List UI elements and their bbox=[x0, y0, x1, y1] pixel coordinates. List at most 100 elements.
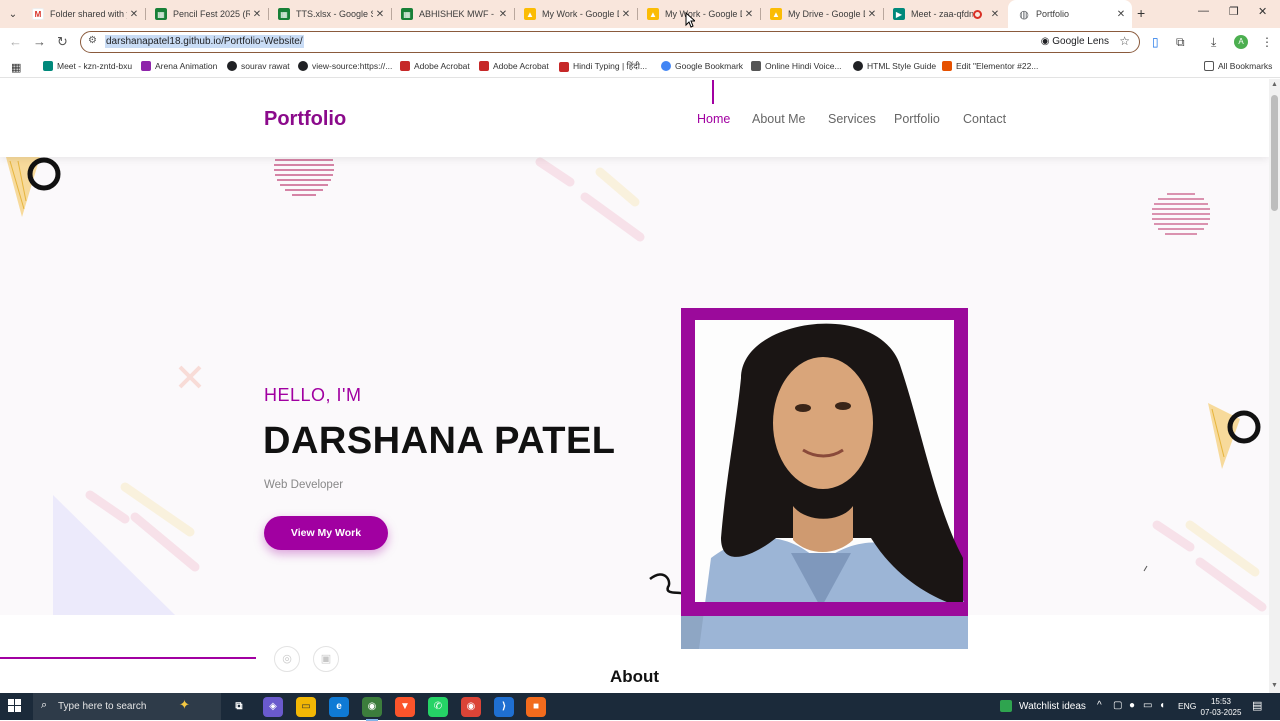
system-clock[interactable]: 15:53 07-03-2025 bbox=[1199, 696, 1243, 718]
tab-pencil-fest[interactable]: ▦ Pencil Fest 2025 (Resp ✕ bbox=[145, 0, 268, 28]
bookmark-meet[interactable]: Meet - kzn-zntd-bxu bbox=[43, 61, 132, 71]
hero-decorations bbox=[6, 157, 1267, 615]
search-icon: ⌕ bbox=[41, 699, 48, 711]
nav-portfolio[interactable]: Portfolio bbox=[894, 112, 940, 126]
google-lens-button[interactable]: ◉ Google Lens bbox=[1041, 36, 1109, 47]
bookmark-sourav-rawat[interactable]: sourav rawat bbox=[227, 61, 290, 71]
scroll-down-icon[interactable]: ▼ bbox=[1271, 682, 1278, 689]
copilot-icon[interactable]: ◈ bbox=[263, 697, 283, 717]
tab-title: My Work - Google Dr bbox=[542, 9, 619, 19]
bookmark-hindi-typing[interactable]: Hindi Typing | हिंदी... bbox=[559, 61, 647, 72]
whatsapp-icon[interactable]: ✆ bbox=[428, 697, 448, 717]
scroll-thumb[interactable] bbox=[1271, 95, 1278, 211]
tab-gmail[interactable]: M Folder shared with yo ✕ bbox=[22, 0, 145, 28]
download-icon[interactable]: ⤓ bbox=[1211, 35, 1216, 50]
close-icon[interactable]: ✕ bbox=[865, 9, 879, 20]
site-info-icon[interactable]: ⚙ bbox=[88, 35, 97, 46]
lens-label: Google Lens bbox=[1052, 36, 1109, 47]
all-bookmarks-button[interactable]: All Bookmarks bbox=[1204, 61, 1272, 71]
tab-my-drive[interactable]: ▲ My Drive - Google Dri ✕ bbox=[760, 0, 883, 28]
forward-icon[interactable]: → bbox=[33, 34, 46, 49]
task-view-icon[interactable]: ⧉ bbox=[229, 697, 249, 717]
bookmark-view-source[interactable]: view-source:https://... bbox=[298, 61, 392, 71]
menu-kebab-icon[interactable]: ⋮ bbox=[1261, 35, 1273, 49]
microphone-icon[interactable]: ● bbox=[1129, 700, 1135, 711]
address-bar[interactable]: ⚙ darshanapatel18.github.io/Portfolio-We… bbox=[80, 31, 1140, 53]
bookmark-label: view-source:https://... bbox=[312, 61, 393, 71]
tab-my-work-1[interactable]: ▲ My Work - Google Dr ✕ bbox=[514, 0, 637, 28]
bookmark-google[interactable]: Google Bookmark bbox=[661, 61, 743, 71]
bookmark-adobe-acrobat-2[interactable]: Adobe Acrobat bbox=[479, 61, 549, 71]
nav-about-me[interactable]: About Me bbox=[752, 112, 806, 126]
reload-icon[interactable]: ↻ bbox=[57, 34, 68, 50]
tab-tts-xlsx[interactable]: ▦ TTS.xlsx - Google She ✕ bbox=[268, 0, 391, 28]
brave-icon[interactable]: ▼ bbox=[395, 697, 415, 717]
tab-my-work-2[interactable]: ▲ My Work - Google Dr ✕ bbox=[637, 0, 760, 28]
close-icon[interactable]: ✕ bbox=[373, 9, 387, 20]
back-icon[interactable]: ← bbox=[9, 34, 22, 49]
profile-avatar[interactable]: A bbox=[1234, 35, 1248, 49]
hero-role: Web Developer bbox=[264, 479, 344, 491]
close-icon[interactable]: ✕ bbox=[742, 9, 756, 20]
nav-services[interactable]: Services bbox=[828, 112, 876, 126]
windows-start-icon[interactable] bbox=[8, 699, 22, 713]
bookmark-elementor[interactable]: Edit "Elementor #22... bbox=[942, 61, 1038, 71]
globe-icon: ◍ bbox=[1018, 8, 1030, 21]
url-text[interactable]: darshanapatel18.github.io/Portfolio-Webs… bbox=[105, 35, 304, 48]
nav-contact[interactable]: Contact bbox=[963, 112, 1006, 126]
vscode-icon[interactable]: ⟩ bbox=[494, 697, 514, 717]
folder-icon bbox=[1204, 61, 1214, 71]
scroll-up-icon[interactable]: ▲ bbox=[1271, 81, 1278, 88]
nav-home[interactable]: Home bbox=[697, 112, 730, 126]
network-icon[interactable]: ▭ bbox=[1143, 700, 1152, 711]
notifications-icon[interactable]: ▤ bbox=[1252, 699, 1262, 712]
tab-search-button[interactable]: ⌄ bbox=[4, 5, 22, 23]
tab-title: ABHISHEK MWF - Go bbox=[419, 9, 496, 19]
new-tab-button[interactable]: + bbox=[1137, 5, 1145, 21]
close-icon[interactable]: ✕ bbox=[127, 9, 141, 20]
google-icon bbox=[661, 61, 671, 71]
bookmark-star-icon[interactable]: ☆ bbox=[1119, 34, 1130, 48]
tab-title: Pencil Fest 2025 (Resp bbox=[173, 9, 250, 19]
tab-title: My Work - Google Dr bbox=[665, 9, 742, 19]
restore-icon[interactable]: ❐ bbox=[1229, 5, 1239, 18]
page-scrollbar[interactable]: ▲ ▼ bbox=[1269, 79, 1280, 693]
language-indicator[interactable]: ENG bbox=[1178, 701, 1196, 711]
close-icon[interactable]: ✕ bbox=[1114, 9, 1128, 20]
close-icon[interactable]: ✕ bbox=[496, 9, 510, 20]
site-logo[interactable]: Portfolio bbox=[264, 108, 346, 131]
close-icon[interactable]: ✕ bbox=[988, 9, 1002, 20]
apps-grid-icon[interactable]: ▦ bbox=[11, 61, 21, 74]
edge-icon[interactable]: e bbox=[329, 697, 349, 717]
windows-taskbar: ⌕ Type here to search ✦ ⧉ ◈ ▭ e ◉ ▼ ✆ ◉ … bbox=[0, 693, 1280, 721]
view-my-work-button[interactable]: View My Work bbox=[264, 516, 388, 550]
bookmark-label: HTML Style Guide bbox=[867, 61, 937, 71]
sheets-icon: ▦ bbox=[401, 8, 413, 20]
drive-icon: ▲ bbox=[770, 8, 782, 20]
tray-chevron-icon[interactable]: ^ bbox=[1097, 700, 1102, 711]
close-icon[interactable]: ✕ bbox=[250, 9, 264, 20]
chrome-profile-icon[interactable]: ◉ bbox=[461, 697, 481, 717]
extension-icon[interactable]: ▯ bbox=[1152, 35, 1159, 49]
bookmark-html-style-guide[interactable]: HTML Style Guide bbox=[853, 61, 936, 71]
window-close-icon[interactable]: ✕ bbox=[1258, 5, 1267, 18]
puzzle-icon[interactable]: ⧉ bbox=[1176, 35, 1185, 50]
tray-icon[interactable]: ▢ bbox=[1113, 700, 1122, 711]
tab-portfolio[interactable]: ◍ Portfolio ✕ bbox=[1008, 0, 1132, 28]
volume-icon[interactable]: ◖ bbox=[1159, 700, 1165, 711]
tab-meet[interactable]: ▶ Meet - zaa-qfdn ✕ bbox=[883, 0, 1006, 28]
file-explorer-icon[interactable]: ▭ bbox=[296, 697, 316, 717]
minimize-icon[interactable]: — bbox=[1198, 5, 1209, 17]
bookmark-adobe-acrobat-1[interactable]: Adobe Acrobat bbox=[400, 61, 470, 71]
hero-name: DARSHANA PATEL bbox=[263, 420, 616, 462]
watchlist-widget[interactable]: Watchlist ideas bbox=[1000, 700, 1086, 712]
bookmark-hindi-voice[interactable]: Online Hindi Voice... bbox=[751, 61, 842, 71]
app-icon[interactable]: ■ bbox=[526, 697, 546, 717]
taskbar-search-box[interactable]: ⌕ Type here to search ✦ bbox=[33, 693, 221, 720]
close-icon[interactable]: ✕ bbox=[619, 9, 633, 20]
bookmark-label: Adobe Acrobat bbox=[414, 61, 470, 71]
bookmark-arena-animation[interactable]: Arena Animation bbox=[141, 61, 217, 71]
chrome-icon[interactable]: ◉ bbox=[362, 697, 382, 721]
search-placeholder: Type here to search bbox=[58, 701, 147, 712]
tab-abhishek-mwf[interactable]: ▦ ABHISHEK MWF - Go ✕ bbox=[391, 0, 514, 28]
